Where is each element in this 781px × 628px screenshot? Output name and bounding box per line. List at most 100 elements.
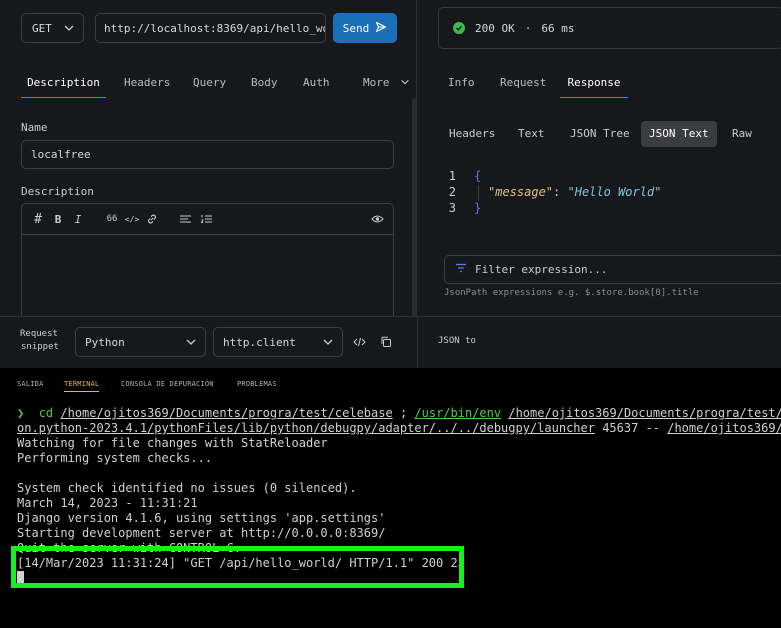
terminal-line: Performing system checks... [17,451,213,465]
json-value: "Hello World" [567,185,662,199]
launcher-path-link[interactable]: on.python-2023.4.1/pythonFiles/lib/pytho… [17,421,595,435]
request-tabs: Description Headers Query Body Auth More [21,70,411,98]
path-link[interactable]: /home/ojitos369/Documents/progra/test/ce… [508,406,781,420]
terminal-line: Starting development server at http://0.… [17,526,386,540]
snippet-label-line2: snippet [21,342,59,352]
path-link[interactable]: /home/ojitos369/Docu [667,421,781,435]
snippet-label-line1: Request [20,329,58,339]
subtab-text[interactable]: Text [510,121,553,147]
method-value: GET [32,21,52,35]
client-value: http.client [223,335,296,349]
status-separator: · [524,21,532,35]
language-value: Python [85,335,125,349]
tab-response[interactable]: Response [560,70,628,98]
numbered-list-icon[interactable] [198,211,214,227]
response-time: 66 ms [541,21,575,35]
terminal-line-launcher: on.python-2023.4.1/pythonFiles/lib/pytho… [17,421,781,436]
json-line-message: "message": "Hello World" [488,184,661,200]
description-label: Description [21,185,94,198]
link-icon[interactable] [144,211,160,227]
line-number: 2 [448,185,456,199]
send-button[interactable]: Send [333,13,397,43]
tab-terminal[interactable]: TERMINAL [64,380,100,392]
filter-hint: JsonPath expressions e.g. $.store.book[0… [444,288,699,298]
json-close-brace: } [474,201,482,215]
response-tabs: Info Request Response [448,70,778,98]
tab-query[interactable]: Query [193,70,226,98]
response-status-bar: 200 OK · 66 ms [438,7,781,49]
terminal-line: System check identified no issues (0 sil… [17,481,357,495]
prompt-icon: ❯ [17,406,25,420]
subtab-headers[interactable]: Headers [441,121,503,147]
chevron-down-icon [63,22,75,37]
terminal-line-command: ❯ cd /home/ojitos369/Documents/progra/te… [17,406,781,421]
url-value: http://localhost:8369/api/hello_world [104,21,326,35]
terminal-line: Django version 4.1.6, using settings 'ap… [17,511,386,525]
json-key: "message" [488,185,554,199]
code-icon[interactable] [353,336,366,351]
tab-auth[interactable]: Auth [303,70,330,98]
terminal-line: Watching for file changes with StatReloa… [17,436,328,450]
launcher-args: 45637 -- [594,421,668,435]
quote-icon[interactable]: 66 [104,211,120,227]
json-to-label: JSON to [438,336,476,346]
terminal-line: March 14, 2023 - 11:31:21 [17,496,198,510]
chevron-down-icon [401,79,409,85]
terminal-output[interactable]: ❯ cd /home/ojitos369/Documents/progra/te… [0,398,781,628]
description-editor[interactable]: # B I 66 </> [21,203,394,316]
subtab-json-text[interactable]: JSON Text [641,121,717,147]
copy-icon[interactable] [380,336,392,351]
json-colon: : [553,185,561,199]
line-number: 3 [448,201,456,215]
api-client-panel: GET http://localhost:8369/api/hello_worl… [0,0,781,369]
snippet-label: Request snippet [20,328,59,354]
editor-toolbar: # B I 66 </> [22,204,393,235]
command-separator: ; [392,406,415,420]
tab-description[interactable]: Description [21,70,106,98]
filter-placeholder: Filter expression... [475,263,608,276]
tab-problemas[interactable]: PROBLEMAS [237,380,277,391]
eye-icon[interactable] [369,211,385,227]
send-label: Send [342,21,370,35]
client-select[interactable]: http.client [213,327,343,357]
json-viewer: 1 2 3 { "message": "Hello World" } [444,168,780,220]
tab-salida[interactable]: SALIDA [17,380,44,391]
filter-expression-input[interactable]: Filter expression... [444,255,781,284]
subtab-raw[interactable]: Raw [724,121,760,147]
status-code: 200 OK [475,21,515,35]
snippet-bar: Request snippet Python http.client JSON … [0,316,781,369]
tab-more[interactable]: More [363,70,410,98]
chevron-down-icon [322,336,334,351]
request-scrollbar[interactable] [412,98,416,316]
send-icon [375,21,387,36]
tab-headers[interactable]: Headers [124,70,170,98]
code-icon[interactable]: </> [124,211,140,227]
name-label: Name [21,121,48,134]
filter-icon [455,263,467,276]
highlight-box [11,546,464,588]
name-input[interactable]: localfree [21,140,394,169]
tab-consola-depuracion[interactable]: CONSOLA DE DEPURACIÓN [121,380,214,391]
indent-guide [478,185,479,201]
heading-icon[interactable]: # [30,211,46,227]
bullet-list-icon[interactable] [177,211,193,227]
terminal-tabs: SALIDA TERMINAL CONSOLA DE DEPURACIÓN PR… [0,368,781,398]
method-select[interactable]: GET [21,13,84,43]
language-select[interactable]: Python [75,327,206,357]
response-view-tabs: Headers Text JSON Tree JSON Text Raw [441,121,781,147]
line-number: 1 [448,169,456,183]
env-link[interactable]: /usr/bin/env [414,406,501,420]
tab-body[interactable]: Body [251,70,278,98]
check-icon [453,22,465,34]
url-input[interactable]: http://localhost:8369/api/hello_world [95,13,326,43]
italic-icon[interactable]: I [70,211,86,227]
path-link[interactable]: /home/ojitos369/Documents/progra/test/ce… [60,406,392,420]
chevron-down-icon [185,336,197,351]
divider [417,317,418,369]
tab-info[interactable]: Info [448,70,475,98]
subtab-json-tree[interactable]: JSON Tree [562,121,638,147]
tab-more-label: More [363,76,390,89]
tab-request[interactable]: Request [500,70,546,98]
request-pane: GET http://localhost:8369/api/hello_worl… [0,0,417,316]
bold-icon[interactable]: B [50,211,66,227]
